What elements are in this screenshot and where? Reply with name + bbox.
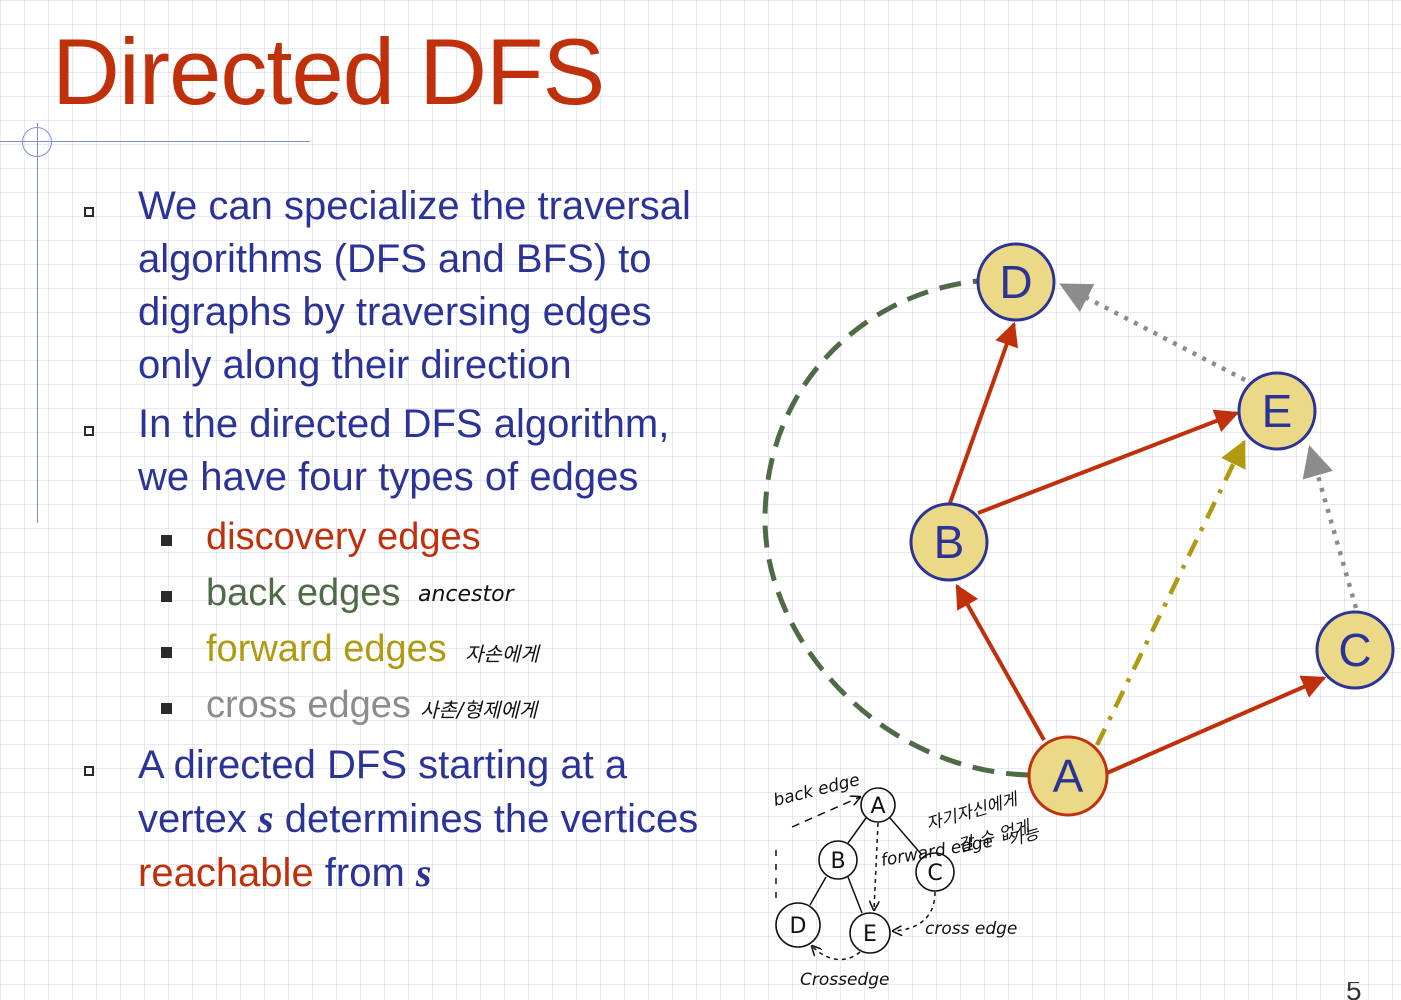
node-label: A [1053,750,1084,802]
edge-cross-C-E [1302,444,1359,609]
node-E: E [1237,371,1317,451]
edge-discovery-A-B [955,583,1046,741]
node-D: D [976,242,1056,322]
sketch-node: B [830,849,845,874]
handwritten-sketch: back edge A B C D E forward edge cross e… [771,770,1042,990]
sketch-back-edge-label: back edge [771,770,862,811]
edge-forward-A-E [1094,439,1247,746]
sketch-node: A [870,794,885,819]
edge-cross-E-D [1059,283,1247,382]
sketch-cross-edge-label: Crossedge [800,970,889,990]
sketch-node: D [790,914,807,939]
page-number: 5 [1346,982,1362,1000]
node-label: C [1338,624,1371,676]
edge-discovery-B-E [977,409,1240,515]
node-C: C [1315,610,1395,690]
node-label: D [999,256,1032,308]
sketch-cross-edge-label: cross edge [925,919,1017,939]
node-A: A [1027,735,1109,817]
node-label: B [934,516,965,568]
edge-discovery-A-C [1106,675,1327,775]
node-label: E [1262,385,1293,437]
digraph-diagram: D E B C A back edge A B C D E forward ed… [762,242,1395,990]
edge-back-A-D [762,278,1029,778]
sketch-node: E [863,922,877,947]
edge-discovery-B-D [948,321,1019,504]
node-B: B [909,502,989,582]
sketch-node: C [927,861,942,886]
